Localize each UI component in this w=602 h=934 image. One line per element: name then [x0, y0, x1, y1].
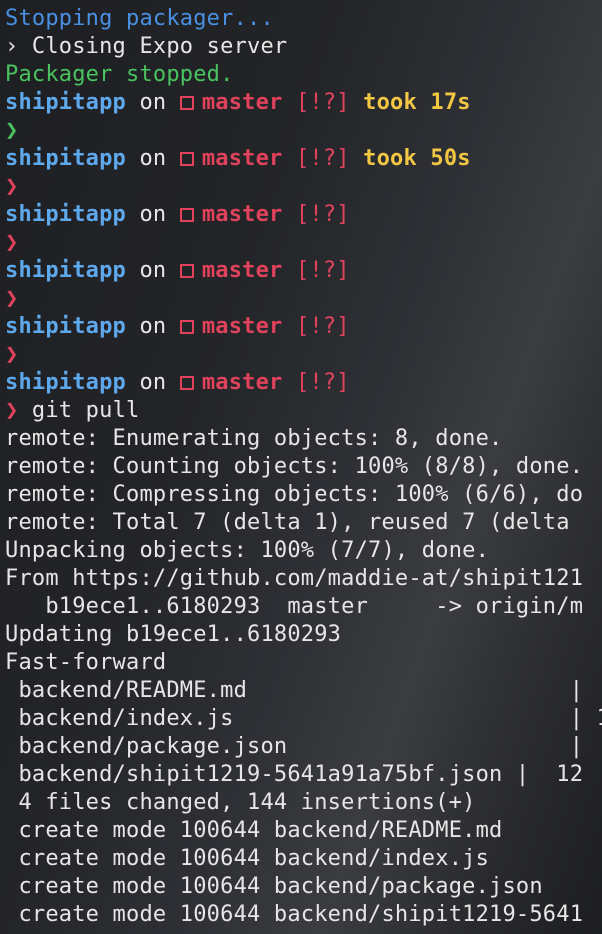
- output-line: 4 files changed, 144 insertions(+): [5, 790, 476, 815]
- prompt-git-status: [!?]: [295, 90, 350, 115]
- output-line: Stopping packager...: [5, 6, 274, 31]
- output-line: create mode 100644 backend/shipit1219-56…: [5, 902, 584, 927]
- prompt-line: shipitapp on master [!?] took 50s: [5, 145, 602, 173]
- output-line: › Closing Expo server: [5, 34, 288, 59]
- prompt-line: shipitapp on master [!?] took 17s: [5, 89, 602, 117]
- git-branch-icon: [179, 264, 194, 278]
- prompt-arrow: ❯: [5, 118, 19, 143]
- prompt-arrow: ❯: [5, 174, 19, 199]
- prompt-git-status: [!?]: [295, 370, 350, 395]
- prompt-on-label: on: [139, 202, 167, 227]
- prompt-git-status: [!?]: [295, 314, 350, 339]
- output-line: Fast-forward: [5, 650, 167, 675]
- output-line: Packager stopped.: [5, 62, 234, 87]
- command-line[interactable]: ❯ git pull: [5, 397, 602, 425]
- git-branch-icon: [179, 208, 194, 222]
- prompt-line: shipitapp on master [!?]: [5, 369, 602, 397]
- prompt-directory: shipitapp: [5, 90, 127, 115]
- prompt-arrow: ❯: [5, 342, 19, 367]
- prompt-git-status: [!?]: [295, 202, 350, 227]
- output-line: create mode 100644 backend/index.js: [5, 846, 490, 871]
- output-line: create mode 100644 backend/README.md: [5, 818, 503, 843]
- diffstat-line: backend/index.js | 102: [5, 706, 602, 731]
- prompt-line: shipitapp on master [!?]: [5, 313, 602, 341]
- prompt-duration: took 50s: [363, 146, 471, 171]
- output-line: b19ece1..6180293 master -> origin/m: [5, 594, 584, 619]
- prompt-branch: master: [201, 146, 283, 171]
- prompt-arrow: ❯: [5, 286, 19, 311]
- output-line: remote: Counting objects: 100% (8/8), do…: [5, 454, 584, 479]
- output-line: From https://github.com/maddie-at/shipit…: [5, 566, 584, 591]
- git-branch-icon: [179, 96, 194, 110]
- prompt-directory: shipitapp: [5, 314, 127, 339]
- git-branch-icon: [179, 376, 194, 390]
- output-line: Updating b19ece1..6180293: [5, 622, 342, 647]
- prompt-on-label: on: [139, 258, 167, 283]
- diffstat-line: backend/shipit1219-5641a91a75bf.json | 1…: [5, 762, 584, 787]
- prompt-branch: master: [201, 202, 283, 227]
- prompt-arrow: ❯: [5, 230, 19, 255]
- diffstat-line: backend/package.json | 23: [5, 734, 602, 759]
- prompt-on-label: on: [139, 314, 167, 339]
- prompt-branch: master: [201, 258, 283, 283]
- diffstat-line: backend/README.md | 7: [5, 678, 602, 703]
- prompt-on-label: on: [139, 146, 167, 171]
- prompt-duration: took 17s: [363, 90, 471, 115]
- command-text: git pull: [31, 398, 140, 423]
- git-branch-icon: [179, 320, 194, 334]
- prompt-directory: shipitapp: [5, 258, 127, 283]
- output-line: Unpacking objects: 100% (7/7), done.: [5, 538, 490, 563]
- prompt-branch: master: [201, 90, 283, 115]
- prompt-directory: shipitapp: [5, 146, 127, 171]
- prompt-on-label: on: [139, 90, 167, 115]
- prompt-git-status: [!?]: [295, 146, 350, 171]
- prompt-directory: shipitapp: [5, 202, 127, 227]
- output-line: remote: Compressing objects: 100% (6/6),…: [5, 482, 584, 507]
- prompt-arrow: ❯: [5, 398, 19, 423]
- prompt-line: shipitapp on master [!?]: [5, 257, 602, 285]
- prompt-branch: master: [201, 370, 283, 395]
- prompt-directory: shipitapp: [5, 370, 127, 395]
- git-branch-icon: [179, 152, 194, 166]
- output-line: remote: Enumerating objects: 8, done.: [5, 426, 503, 451]
- output-line: create mode 100644 backend/package.json: [5, 874, 543, 899]
- prompt-line: shipitapp on master [!?]: [5, 201, 602, 229]
- output-line: remote: Total 7 (delta 1), reused 7 (del…: [5, 510, 584, 535]
- terminal-window[interactable]: Stopping packager... › Closing Expo serv…: [0, 0, 602, 934]
- prompt-on-label: on: [139, 370, 167, 395]
- prompt-branch: master: [201, 314, 283, 339]
- prompt-git-status: [!?]: [295, 258, 350, 283]
